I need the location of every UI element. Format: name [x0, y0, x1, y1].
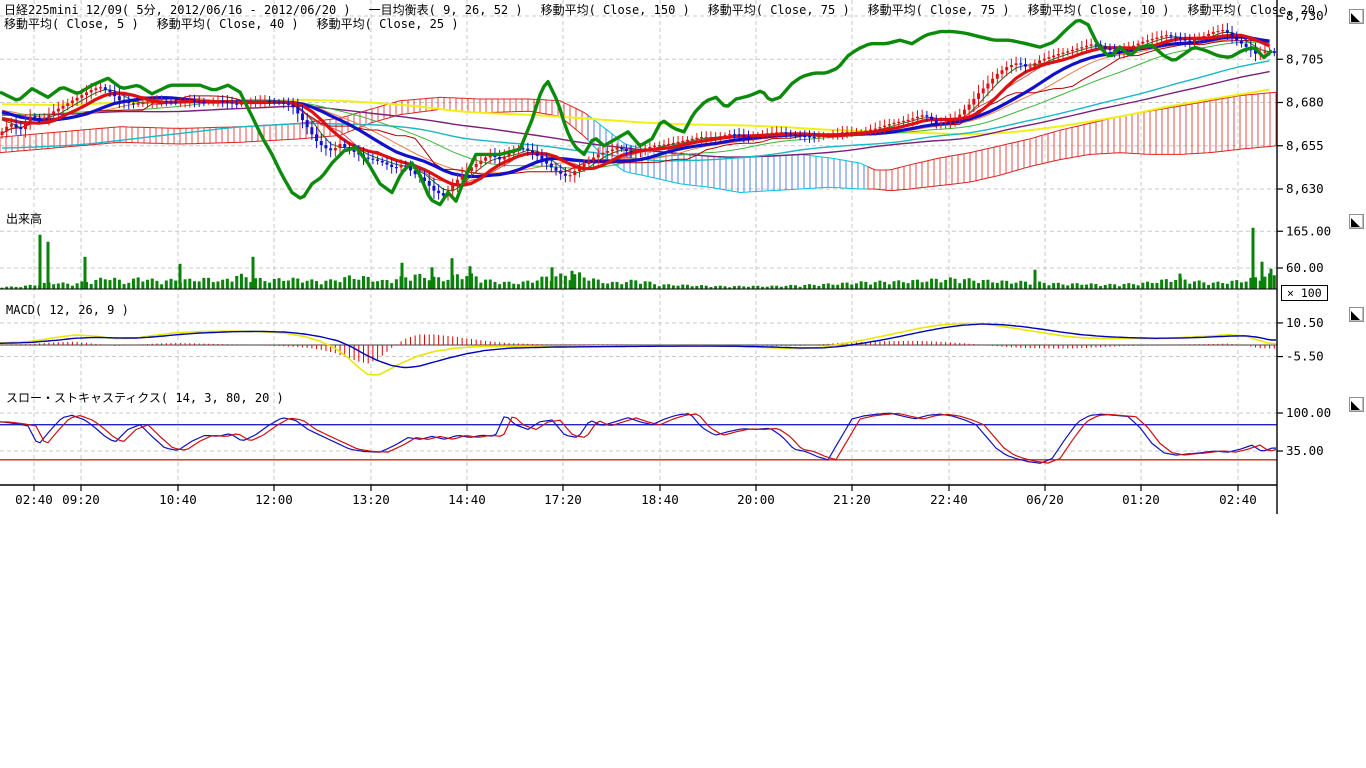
price-axis-label: 8,680	[1286, 95, 1324, 110]
time-axis-label: 09:20	[62, 492, 100, 507]
price-axis-label: 8,705	[1286, 51, 1324, 66]
time-axis-label: 06/20	[1026, 492, 1064, 507]
chart-canvas: 8,7308,7058,6808,6558,630165.0060.0010.5…	[0, 0, 1366, 520]
time-axis-label: 13:20	[352, 492, 390, 507]
corner-triangle-icon	[1351, 401, 1360, 410]
time-axis-label: 14:40	[448, 492, 486, 507]
macd-axis-label: -5.50	[1286, 349, 1324, 364]
ma25-label: 移動平均( Close, 25 )	[317, 17, 459, 31]
axes: 8,7308,7058,6808,6558,630165.0060.0010.5…	[0, 0, 1331, 514]
chart-window: 8,7308,7058,6808,6558,630165.0060.0010.5…	[0, 0, 1366, 768]
ma150-label: 移動平均( Close, 150 )	[541, 3, 690, 17]
stochastic-lines	[0, 413, 1276, 463]
time-axis-label: 21:20	[833, 492, 871, 507]
price-axis-label: 8,630	[1286, 181, 1324, 196]
ma75b-label: 移動平均( Close, 75 )	[868, 3, 1010, 17]
macd-histogram	[2, 334, 1274, 363]
volume-multiplier-badge: × 100	[1281, 285, 1328, 301]
volume-panel-title: 出来高	[6, 210, 42, 227]
time-axis-label: 02:40	[1219, 492, 1257, 507]
volume-axis-label: 60.00	[1286, 260, 1324, 275]
chart-header-line2: 移動平均( Close, 5 ) 移動平均( Close, 40 ) 移動平均( C…	[4, 15, 477, 32]
volume-axis-label: 165.00	[1286, 223, 1331, 238]
stoch-panel-corner-button[interactable]	[1349, 397, 1364, 412]
corner-triangle-icon	[1351, 13, 1360, 22]
macd-panel-corner-button[interactable]	[1349, 307, 1364, 322]
time-axis-label: 17:20	[544, 492, 582, 507]
stoch-axis-label: 100.00	[1286, 405, 1331, 420]
time-axis-label: 22:40	[930, 492, 968, 507]
time-axis-label: 20:00	[737, 492, 775, 507]
volume-bars	[1, 228, 1276, 289]
ma10-label: 移動平均( Close, 10 )	[1028, 3, 1170, 17]
stoch-panel-title: スロー・ストキャスティクス( 14, 3, 80, 20 )	[6, 389, 284, 406]
time-axis-label: 01:20	[1122, 492, 1160, 507]
ma5-label: 移動平均( Close, 5 )	[4, 17, 139, 31]
corner-triangle-icon	[1351, 311, 1360, 320]
ma20-label: 移動平均( Close, 20 )	[1188, 3, 1330, 17]
time-axis-label: 12:00	[255, 492, 293, 507]
gridlines	[0, 0, 1277, 485]
time-axis-label: 18:40	[641, 492, 679, 507]
macd-axis-label: 10.50	[1286, 315, 1324, 330]
volume-panel-corner-button[interactable]	[1349, 214, 1364, 229]
stoch-axis-label: 35.00	[1286, 443, 1324, 458]
corner-triangle-icon	[1351, 218, 1360, 227]
ma40-label: 移動平均( Close, 40 )	[157, 17, 299, 31]
time-axis-label: 02:40	[15, 492, 53, 507]
ma75a-label: 移動平均( Close, 75 )	[708, 3, 850, 17]
price-panel-corner-button[interactable]	[1349, 9, 1364, 24]
macd-lines	[0, 323, 1276, 375]
time-axis-label: 10:40	[159, 492, 197, 507]
price-axis-label: 8,655	[1286, 138, 1324, 153]
macd-panel-title: MACD( 12, 26, 9 )	[6, 303, 129, 317]
